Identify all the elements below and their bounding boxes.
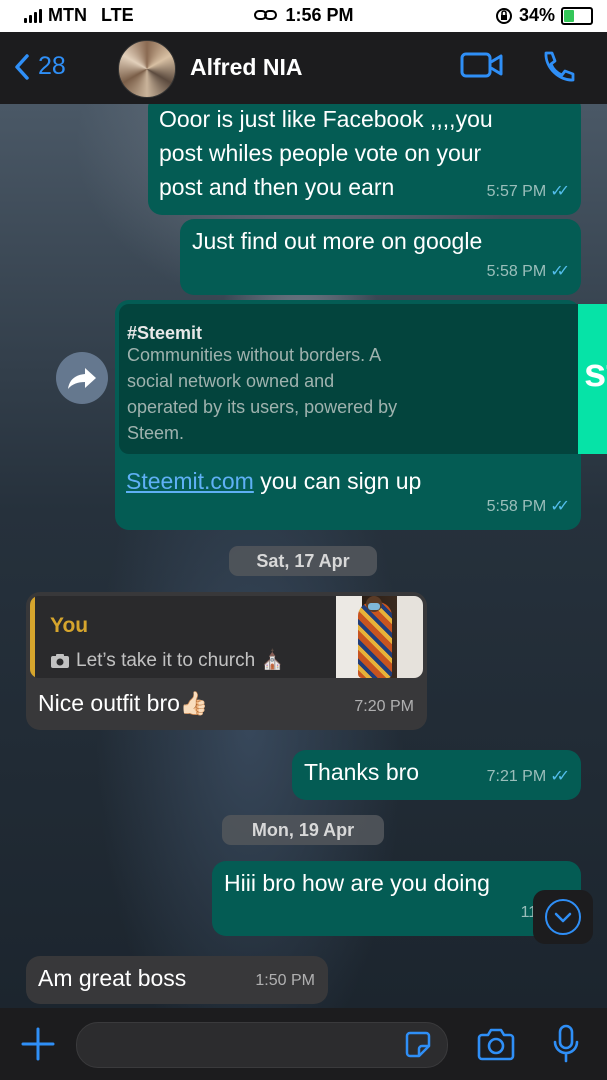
message-line: post whiles people vote on your [159, 140, 482, 166]
message-text: Just find out more on google [192, 228, 483, 254]
message-input[interactable] [76, 1022, 448, 1068]
message-text: Am great boss [38, 965, 187, 991]
battery-icon [561, 6, 593, 25]
plus-icon[interactable] [20, 1026, 56, 1062]
sticker-icon[interactable] [403, 1030, 433, 1060]
preview-image[interactable]: steem [578, 304, 607, 454]
phone-call-icon[interactable] [540, 50, 576, 84]
message-bubble[interactable]: Ooor is just like Facebook ,,,,you post … [148, 104, 581, 215]
scroll-to-bottom-button[interactable] [533, 890, 593, 944]
message-time: 5:58 PM ✓✓ [486, 490, 570, 524]
message-text: Hiii bro how are you doing [224, 870, 490, 896]
message-text: Thanks bro [304, 759, 420, 785]
preview-line: social network owned and [127, 371, 335, 391]
status-bar: MTN LTE 1:56 PM 34% [0, 0, 607, 32]
time-label: 5:57 PM [486, 183, 547, 200]
forward-button[interactable] [56, 352, 108, 404]
avatar[interactable] [118, 40, 176, 98]
message-text: Nice outfit bro👍🏻 [38, 690, 209, 716]
time-label: 1:50 PM [255, 972, 315, 989]
time-label: 5:58 PM [486, 263, 547, 280]
photo-mask [368, 603, 380, 610]
chat-area[interactable]: Ooor is just like Facebook ,,,,you post … [0, 104, 607, 1008]
read-ticks-icon: ✓✓ [550, 768, 570, 785]
reply-author: You [50, 614, 89, 637]
message-bubble[interactable]: Just find out more on google 5:58 PM ✓✓ [180, 219, 581, 295]
preview-line: Communities without borders. A [127, 345, 382, 365]
time-label: 7:20 PM [354, 698, 414, 715]
message-time: 5:58 PM ✓✓ [486, 255, 570, 289]
battery-percent: 34% [518, 5, 555, 25]
read-ticks-icon: ✓✓ [550, 263, 570, 280]
message-bubble-incoming[interactable]: Am great boss 1:50 PM [26, 956, 328, 1004]
date-divider: Mon, 19 Apr [222, 815, 384, 845]
reply-accent-bar [30, 596, 35, 678]
status-right: 34% [495, 5, 593, 26]
reply-photo-thumbnail [336, 596, 423, 678]
reply-text: Let’s take it to church ⛪ [76, 650, 285, 671]
message-text-tail: you can sign up [253, 468, 422, 494]
message-bubble-incoming[interactable]: You Let’s take it to church ⛪ Nice outfi… [26, 592, 427, 730]
clock: 1:56 PM [285, 5, 354, 25]
message-text: Steemit.com you can sign up [126, 464, 421, 498]
chat-header: 28 Alfred NIA [0, 32, 607, 104]
quoted-reply[interactable]: You Let’s take it to church ⛪ [30, 596, 423, 678]
back-button[interactable]: 28 [14, 52, 66, 81]
message-time: 5:57 PM ✓✓ [486, 175, 570, 209]
rotation-lock-icon [495, 7, 512, 24]
unread-count: 28 [38, 52, 66, 80]
steem-logo-text: steem [584, 351, 607, 395]
preview-description: Communities without borders. A social ne… [127, 342, 462, 446]
composer-bar [0, 1008, 607, 1080]
preview-line: operated by its users, powered by [127, 397, 398, 417]
message-time: 7:21 PM ✓✓ [486, 760, 570, 794]
contact-name[interactable]: Alfred NIA [190, 54, 302, 81]
message-time: 7:20 PM [354, 690, 414, 724]
message-line: post and then you earn [159, 174, 395, 200]
forward-icon [68, 368, 96, 389]
camera-small-icon [51, 654, 69, 668]
link-preview[interactable]: #Steemit Communities without borders. A … [119, 304, 578, 454]
message-line: Ooor is just like Facebook ,,,,you [159, 106, 493, 132]
link-message-bubble[interactable]: #Steemit Communities without borders. A … [115, 300, 607, 530]
message-bubble[interactable]: Hiii bro how are you doing 11:49 AM [212, 861, 581, 936]
time-label: 5:58 PM [486, 498, 547, 515]
message-text: Ooor is just like Facebook ,,,,you post … [159, 104, 493, 204]
scroll-down-icon [545, 899, 581, 935]
video-call-icon[interactable] [460, 50, 504, 80]
preview-line: Steem. [127, 423, 185, 443]
message-bubble[interactable]: Thanks bro 7:21 PM ✓✓ [292, 750, 581, 800]
photo-figure [358, 602, 392, 678]
steemit-link[interactable]: Steemit.com [126, 468, 254, 494]
message-time: 1:50 PM [255, 964, 315, 998]
camera-icon[interactable] [476, 1028, 516, 1062]
read-ticks-icon: ✓✓ [550, 498, 570, 515]
time-label: 7:21 PM [486, 768, 547, 785]
read-ticks-icon: ✓✓ [550, 183, 570, 200]
microphone-icon[interactable] [551, 1024, 581, 1064]
back-chevron-icon [15, 53, 29, 80]
reply-preview: Let’s take it to church ⛪ [50, 644, 284, 678]
date-divider: Sat, 17 Apr [229, 546, 377, 576]
hotspot-icon [254, 10, 278, 20]
